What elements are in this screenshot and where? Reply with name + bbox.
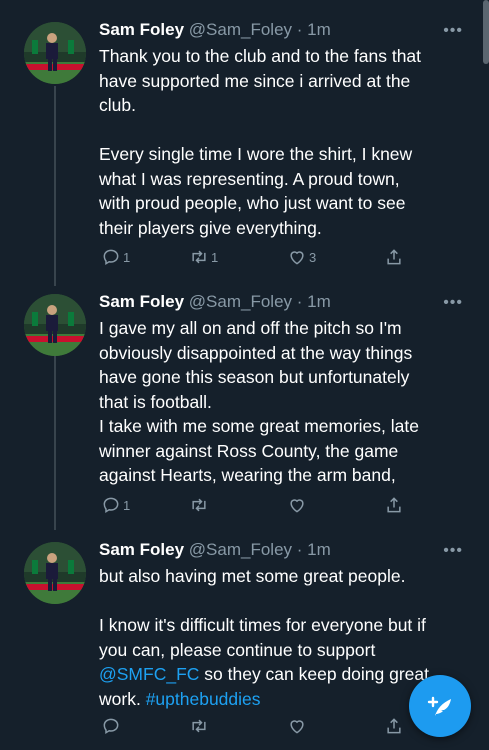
- tweet-line: have gone this season but unfortunately: [99, 367, 410, 387]
- tweet-line: you can, please continue to support: [99, 639, 376, 660]
- tweet-line: I know it's difficult times for everyone…: [99, 615, 426, 635]
- tweet-line: against Hearts, wearing the arm band,: [99, 465, 396, 485]
- avatar[interactable]: [24, 294, 86, 356]
- share-icon: [387, 249, 401, 265]
- share-icon: [387, 497, 401, 513]
- display-name[interactable]: Sam Foley: [99, 292, 184, 311]
- share-button[interactable]: [384, 247, 404, 267]
- share-button[interactable]: [384, 495, 404, 515]
- tweet-line: I take with me some great memories, late: [99, 416, 419, 436]
- reply-count: 1: [123, 497, 131, 513]
- tweet-line: have supported me since i arrived at the: [99, 70, 411, 91]
- tweet-actions: 1: [99, 495, 401, 517]
- compose-tweet-button[interactable]: [409, 675, 471, 737]
- tweet-line: their players give everything.: [99, 217, 322, 238]
- timestamp[interactable]: · 1m: [297, 540, 331, 559]
- heart-icon: [290, 251, 304, 265]
- retweet-icon: [192, 719, 206, 733]
- tweet-text: I gave my all on and off the pitch so I'…: [99, 316, 471, 488]
- tweet-line: but also having met some great people.: [99, 566, 406, 586]
- tweet-header: Sam Foley @Sam_Foley · 1m: [99, 540, 331, 560]
- share-icon: [387, 718, 401, 734]
- heart-icon: [290, 720, 304, 734]
- tweet-line: [99, 118, 471, 143]
- heart-icon: [290, 499, 304, 513]
- tweet[interactable]: Sam Foley @Sam_Foley · 1m ••• I gave my …: [0, 280, 489, 530]
- avatar[interactable]: [24, 542, 86, 604]
- tweet-line: club.: [99, 95, 136, 115]
- tweet-line: with proud people, who just want to see: [99, 193, 406, 213]
- reply-button[interactable]: [101, 716, 123, 736]
- timestamp[interactable]: · 1m: [297, 292, 331, 311]
- tweet-line: @SMFC_FC so they can keep doing great: [99, 662, 471, 687]
- tweet-actions: [99, 716, 401, 738]
- more-options-icon[interactable]: •••: [443, 22, 463, 40]
- share-button[interactable]: [384, 716, 404, 736]
- reply-count: 1: [123, 249, 131, 265]
- tweet-line: that is football.: [99, 391, 212, 412]
- retweet-count: 1: [211, 249, 219, 265]
- thread-line: [54, 356, 56, 530]
- like-button[interactable]: 3: [287, 247, 316, 267]
- tweet-line: Every single time I wore the shirt, I kn…: [99, 144, 413, 164]
- more-options-icon[interactable]: •••: [443, 294, 463, 312]
- tweet-line: Thank you to the club and to the fans th…: [99, 46, 422, 66]
- tweet-line: winner against Ross County, the game: [99, 440, 399, 461]
- thread-line: [54, 86, 56, 286]
- hashtag-link[interactable]: #upthebuddies: [146, 689, 261, 709]
- like-button[interactable]: [287, 716, 309, 736]
- tweet-header: Sam Foley @Sam_Foley · 1m: [99, 292, 331, 312]
- reply-button[interactable]: 1: [101, 495, 130, 515]
- tweet-text-segment: work.: [99, 688, 146, 709]
- retweet-icon: [192, 250, 206, 264]
- display-name[interactable]: Sam Foley: [99, 20, 184, 39]
- tweet-text: Thank you to the club and to the fans th…: [99, 44, 471, 240]
- like-button[interactable]: [287, 495, 309, 515]
- tweet-text-segment: so they can keep doing great: [199, 664, 430, 684]
- user-handle[interactable]: @Sam_Foley: [189, 540, 292, 559]
- retweet-icon: [192, 498, 206, 512]
- tweet-line: obviously disappointed at the way things: [99, 342, 413, 363]
- tweet-line: I gave my all on and off the pitch so I'…: [99, 318, 402, 338]
- tweet-line: [99, 589, 471, 614]
- avatar[interactable]: [24, 22, 86, 84]
- retweet-button[interactable]: 1: [189, 247, 218, 267]
- tweet-actions: 1 1 3: [99, 247, 401, 269]
- timestamp[interactable]: · 1m: [297, 20, 331, 39]
- reply-icon: [103, 718, 119, 735]
- retweet-button[interactable]: [189, 495, 211, 515]
- retweet-button[interactable]: [189, 716, 211, 736]
- compose-tweet-icon: [427, 696, 451, 716]
- reply-icon: [103, 497, 119, 514]
- display-name[interactable]: Sam Foley: [99, 540, 184, 559]
- reply-icon: [103, 249, 119, 266]
- user-handle[interactable]: @Sam_Foley: [189, 292, 292, 311]
- tweet[interactable]: Sam Foley @Sam_Foley · 1m ••• Thank you …: [0, 0, 489, 286]
- mention-link[interactable]: @SMFC_FC: [99, 664, 199, 684]
- user-handle[interactable]: @Sam_Foley: [189, 20, 292, 39]
- reply-button[interactable]: 1: [101, 247, 130, 267]
- tweet-line: what I was representing. A proud town,: [99, 168, 400, 189]
- tweet-header: Sam Foley @Sam_Foley · 1m: [99, 20, 331, 40]
- more-options-icon[interactable]: •••: [443, 542, 463, 560]
- like-count: 3: [309, 249, 317, 265]
